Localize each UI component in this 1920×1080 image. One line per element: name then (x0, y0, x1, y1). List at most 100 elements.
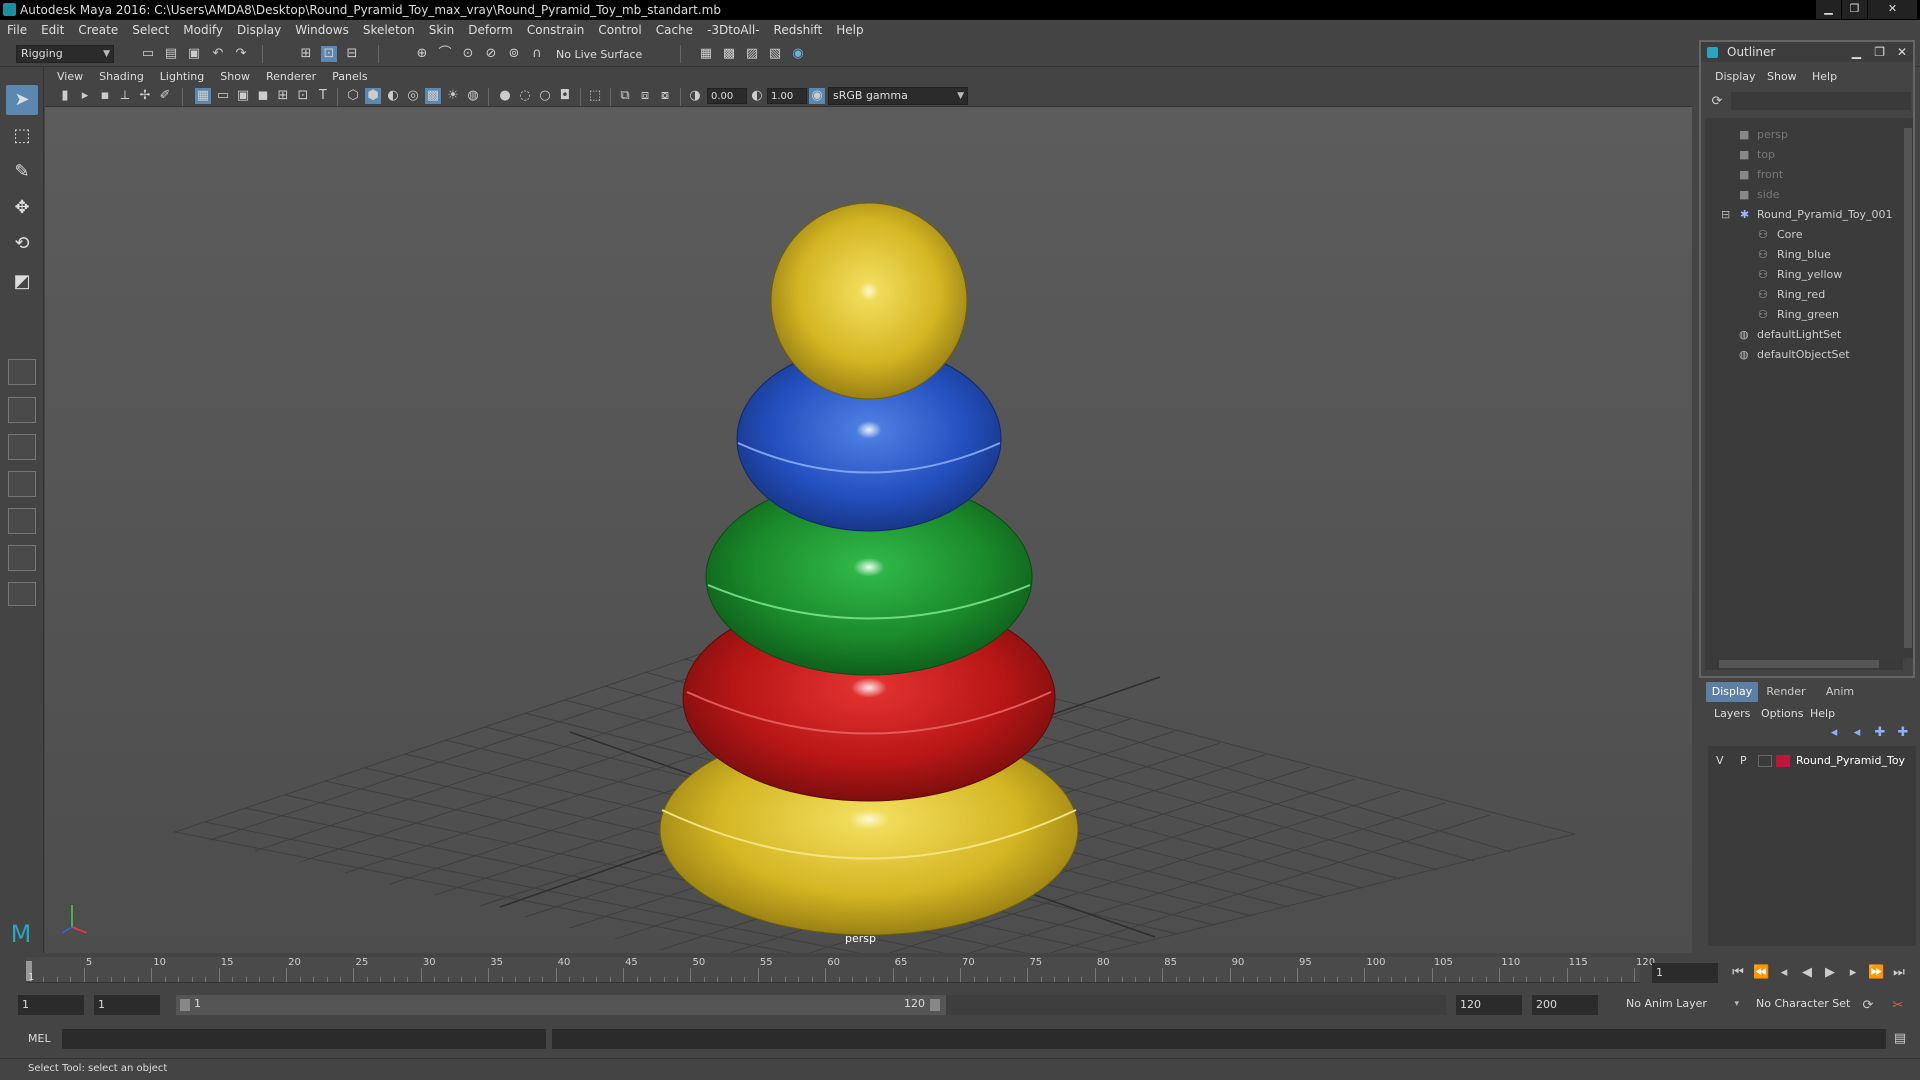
pyramid-toy[interactable] (659, 202, 1079, 936)
layer-menu-layers[interactable]: Layers (1714, 707, 1750, 720)
menu-skeleton[interactable]: Skeleton (356, 20, 422, 41)
scale-tool-icon[interactable]: ◩ (6, 267, 38, 297)
menu-cache[interactable]: Cache (649, 20, 700, 41)
color-management-icon[interactable]: ◉ (809, 88, 825, 104)
range-slider-bar[interactable]: 1 120 (176, 995, 946, 1015)
xray-components-icon[interactable]: ⧇ (657, 88, 673, 104)
motion-blur-icon[interactable]: ◌ (517, 88, 533, 104)
menu-constrain[interactable]: Constrain (520, 20, 592, 41)
command-input[interactable] (62, 1029, 546, 1049)
layout-four-icon[interactable] (8, 397, 36, 423)
outliner-item-persp[interactable]: ■ persp (1705, 126, 1905, 144)
hypershade-icon[interactable]: ◉ (790, 46, 806, 62)
menu-3dtoall[interactable]: -3DtoAll- (700, 20, 766, 41)
magnet-icon[interactable]: ∩ (529, 46, 545, 62)
layout-two-side-icon[interactable] (8, 434, 36, 460)
panel-menu-view[interactable]: View (49, 67, 91, 86)
exposure-field[interactable]: 0.00 (707, 88, 747, 104)
step-back-key-icon[interactable]: ⏪ (1753, 965, 1769, 981)
step-back-frame-icon[interactable]: ◂ (1776, 965, 1792, 981)
screen-space-ao-icon[interactable]: ● (497, 88, 513, 104)
new-layer-icon[interactable]: ✚ (1872, 725, 1888, 741)
range-start-handle[interactable] (180, 999, 190, 1011)
menu-control[interactable]: Control (591, 20, 648, 41)
auto-key-icon[interactable]: ⟳ (1860, 998, 1876, 1014)
menu-display[interactable]: Display (230, 20, 288, 41)
safe-action-icon[interactable]: ⊡ (295, 88, 311, 104)
wireframe-on-shaded-icon[interactable]: ◎ (405, 88, 421, 104)
outliner-item-front[interactable]: ■ front (1705, 166, 1905, 184)
outliner-maximize-button[interactable]: ❐ (1874, 42, 1885, 62)
rotate-tool-icon[interactable]: ⟲ (6, 229, 38, 259)
xray-icon[interactable]: ⧉ (617, 88, 633, 104)
layer-visibility-toggle[interactable]: V (1716, 752, 1724, 770)
render-frame-icon[interactable]: ▩ (721, 46, 737, 62)
film-gate-icon[interactable]: ▭ (215, 88, 231, 104)
3d-scene[interactable] (45, 107, 1692, 953)
shadows-icon[interactable]: ◍ (465, 88, 481, 104)
menu-edit[interactable]: Edit (34, 20, 71, 41)
core-ball[interactable] (770, 202, 968, 400)
menu-modify[interactable]: Modify (176, 20, 230, 41)
mel-toggle[interactable]: MEL (28, 1032, 51, 1045)
scrollbar-thumb[interactable] (1719, 660, 1879, 668)
layout-outliner-icon[interactable] (8, 508, 36, 534)
go-to-end-icon[interactable]: ⏭ (1891, 965, 1907, 981)
outliner-item-group[interactable]: ⊟ ✱ Round_Pyramid_Toy_001 (1705, 206, 1905, 224)
move-layer-down-icon[interactable]: ◂ (1849, 725, 1865, 741)
outliner-item-top[interactable]: ■ top (1705, 146, 1905, 164)
preferences-icon[interactable]: ✂ (1890, 998, 1906, 1014)
live-surface-label[interactable]: No Live Surface (556, 48, 642, 61)
panel-menu-shading[interactable]: Shading (91, 67, 152, 86)
time-slider[interactable]: 5 10 15 20 25 30 35 40 45 50 55 60 65 70 75 80 85 90 95 100… (0, 953, 1920, 986)
select-hierarchy-icon[interactable]: ⊞ (298, 46, 314, 62)
default-material-icon[interactable]: ◐ (385, 88, 401, 104)
lasso-tool-icon[interactable]: ⬚ (6, 121, 38, 151)
play-backward-icon[interactable]: ◀ (1799, 965, 1815, 981)
close-button[interactable]: ✕ (1867, 0, 1917, 19)
start-time-field[interactable]: 1 (18, 995, 84, 1015)
select-component-icon[interactable]: ⊟ (344, 46, 360, 62)
layer-menu-help[interactable]: Help (1810, 707, 1835, 720)
render-view-icon[interactable]: ▧ (767, 46, 783, 62)
camera-select-icon[interactable]: ▮ (57, 88, 73, 104)
safe-title-icon[interactable]: T (315, 88, 331, 104)
outliner-item-core[interactable]: ⚇ Core (1705, 226, 1905, 244)
outliner-menu-display[interactable]: Display (1715, 70, 1756, 83)
step-forward-key-icon[interactable]: ⏩ (1868, 965, 1884, 981)
layout-graph-icon[interactable] (8, 545, 36, 571)
outliner-item-side[interactable]: ■ side (1705, 186, 1905, 204)
anim-layer-dropdown[interactable]: No Anim Layer ▾ (1622, 996, 1742, 1014)
undo-icon[interactable]: ↶ (210, 46, 226, 62)
end-time-field[interactable]: 200 (1532, 995, 1598, 1015)
wireframe-icon[interactable]: ⬡ (345, 88, 361, 104)
outliner-menu-show[interactable]: Show (1767, 70, 1797, 83)
grid-icon[interactable]: ▦ (195, 88, 211, 104)
select-object-icon[interactable]: ⊡ (321, 46, 337, 62)
outliner-item-ring-blue[interactable]: ⚇ Ring_blue (1705, 246, 1905, 264)
step-forward-frame-icon[interactable]: ▸ (1845, 965, 1861, 981)
menu-select[interactable]: Select (125, 20, 176, 41)
new-layer-selected-icon[interactable]: ✚ (1895, 725, 1911, 741)
layer-color-swatch[interactable] (1776, 755, 1790, 767)
outliner-item-default-object-set[interactable]: ◍ defaultObjectSet (1705, 346, 1905, 364)
menu-redshift[interactable]: Redshift (767, 20, 830, 41)
outliner-menu-help[interactable]: Help (1812, 70, 1837, 83)
color-space-dropdown[interactable]: sRGB gamma ▼ (828, 87, 968, 105)
script-editor-icon[interactable]: ▤ (1892, 1031, 1908, 1047)
viewport-panel[interactable]: View Shading Lighting Show Renderer Panels ▮ … (45, 67, 1692, 953)
outliner-minimize-button[interactable]: ▁ (1852, 42, 1861, 62)
outliner-vertical-scrollbar[interactable] (1903, 118, 1913, 658)
2d-pan-zoom-icon[interactable]: ✢ (137, 88, 153, 104)
outliner-item-ring-yellow[interactable]: ⚇ Ring_yellow (1705, 266, 1905, 284)
playback-end-field[interactable]: 120 (1456, 995, 1522, 1015)
menu-skin[interactable]: Skin (422, 20, 462, 41)
panel-menu-show[interactable]: Show (212, 67, 258, 86)
outliner-item-default-light-set[interactable]: ◍ defaultLightSet (1705, 326, 1905, 344)
isolate-select-icon[interactable]: ⬚ (587, 88, 603, 104)
scrollbar-thumb[interactable] (1904, 128, 1912, 648)
open-scene-icon[interactable]: ▤ (163, 46, 179, 62)
snap-grid-icon[interactable]: ⊕ (414, 46, 430, 62)
save-scene-icon[interactable]: ▣ (186, 46, 202, 62)
smooth-shade-icon[interactable]: ⬢ (365, 88, 381, 104)
